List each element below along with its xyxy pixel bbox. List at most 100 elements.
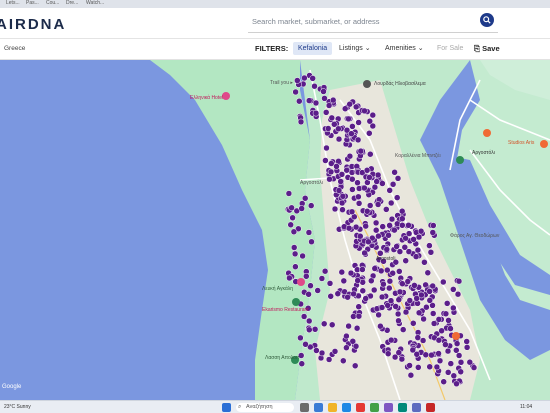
listings-map[interactable]: Ελληνικά Hotel Trail you ▸ Λουρδάς Ηλιοβ… [0, 60, 550, 400]
listing-marker[interactable] [338, 268, 346, 276]
restaurant-pin-icon[interactable] [452, 332, 460, 340]
listing-marker[interactable] [413, 295, 420, 302]
listing-marker[interactable] [323, 144, 330, 152]
listing-marker[interactable] [326, 175, 333, 183]
listing-marker[interactable] [386, 187, 393, 194]
browser-tab[interactable]: Dre... [66, 0, 78, 7]
listing-marker[interactable] [325, 356, 333, 363]
listing-marker[interactable] [297, 118, 305, 126]
listing-marker[interactable] [346, 100, 353, 108]
task-view-icon[interactable] [300, 403, 309, 412]
listing-marker[interactable] [288, 204, 295, 212]
listing-marker[interactable] [289, 214, 296, 222]
listing-marker[interactable] [305, 317, 313, 325]
listing-marker[interactable] [328, 114, 336, 122]
listing-marker[interactable] [327, 293, 334, 300]
listing-marker[interactable] [395, 349, 403, 356]
listing-marker[interactable] [414, 246, 422, 254]
listing-marker[interactable] [371, 183, 379, 191]
listing-marker[interactable] [355, 119, 362, 126]
listing-marker[interactable] [426, 242, 433, 249]
listing-marker[interactable] [355, 193, 362, 201]
listing-marker[interactable] [313, 347, 320, 354]
listing-marker[interactable] [411, 282, 418, 289]
listing-marker[interactable] [355, 303, 362, 310]
poi-label[interactable]: Λευκή Αγκάλη [262, 286, 293, 292]
browser-tab[interactable]: Cou... [46, 0, 59, 7]
listing-marker[interactable] [363, 208, 371, 215]
listing-marker[interactable] [345, 322, 352, 330]
listing-marker[interactable] [348, 208, 356, 216]
listing-marker[interactable] [385, 232, 392, 239]
listing-marker[interactable] [337, 178, 344, 185]
map-pin-icon[interactable] [363, 80, 371, 88]
clock[interactable]: 11:04 [520, 404, 532, 410]
listing-marker[interactable] [383, 246, 391, 253]
listing-marker[interactable] [463, 338, 470, 345]
listing-marker[interactable] [422, 351, 430, 359]
listing-marker[interactable] [322, 109, 330, 116]
listing-marker[interactable] [405, 222, 412, 229]
listing-marker[interactable] [384, 266, 391, 274]
hotel-pin-icon[interactable] [222, 92, 230, 100]
listing-marker[interactable] [312, 109, 320, 117]
listing-marker[interactable] [398, 207, 406, 215]
browser-tab[interactable]: Lets... [6, 0, 20, 7]
listing-marker[interactable] [311, 82, 318, 90]
listing-marker[interactable] [429, 229, 437, 236]
listing-marker[interactable] [395, 296, 403, 303]
listing-marker[interactable] [352, 223, 360, 231]
listing-marker[interactable] [455, 352, 463, 359]
listing-marker[interactable] [414, 334, 422, 341]
listing-marker[interactable] [306, 326, 313, 334]
listing-marker[interactable] [359, 287, 367, 295]
listing-marker[interactable] [290, 228, 298, 236]
amenities-dropdown[interactable]: Amenities ⌄ [380, 42, 429, 55]
listing-marker[interactable] [388, 215, 396, 223]
listing-marker[interactable] [399, 215, 406, 222]
listing-marker[interactable] [409, 346, 417, 354]
listing-marker[interactable] [366, 117, 374, 125]
listing-marker[interactable] [386, 277, 394, 285]
listing-marker[interactable] [387, 336, 395, 344]
listing-marker[interactable] [440, 378, 447, 385]
browser-icon[interactable] [314, 403, 323, 412]
listing-marker[interactable] [405, 230, 413, 237]
chrome-icon[interactable] [370, 403, 379, 412]
save-button[interactable]: ⎘ Save [474, 44, 500, 54]
listing-marker[interactable] [349, 175, 356, 183]
listing-marker[interactable] [361, 107, 368, 115]
listing-marker[interactable] [301, 195, 309, 202]
listing-marker[interactable] [348, 130, 355, 137]
listing-marker[interactable] [298, 205, 305, 212]
poi-label[interactable]: Λουρδάς Ηλιοβασίλεμα [374, 81, 426, 87]
listing-marker[interactable] [435, 350, 442, 357]
listing-marker[interactable] [349, 186, 356, 193]
listing-marker[interactable] [329, 96, 337, 104]
listing-marker[interactable] [375, 311, 382, 319]
listing-marker[interactable] [435, 336, 443, 344]
listing-marker[interactable] [305, 229, 313, 236]
listing-marker[interactable] [404, 278, 412, 285]
listing-marker[interactable] [346, 152, 354, 160]
listing-marker[interactable] [309, 75, 316, 82]
listing-marker[interactable] [453, 380, 460, 388]
listing-marker[interactable] [361, 249, 368, 257]
listing-marker[interactable] [391, 226, 398, 234]
listing-marker[interactable] [450, 286, 457, 293]
listing-marker[interactable] [357, 232, 364, 240]
park-pin-icon[interactable] [292, 298, 300, 306]
listing-marker[interactable] [361, 184, 368, 192]
listing-marker[interactable] [365, 238, 372, 246]
listing-marker[interactable] [457, 359, 465, 366]
listing-marker[interactable] [314, 287, 321, 294]
listing-marker[interactable] [405, 248, 413, 255]
listing-marker[interactable] [386, 284, 393, 292]
listing-marker[interactable] [399, 326, 407, 333]
listing-marker[interactable] [363, 167, 371, 174]
listing-marker[interactable] [444, 347, 452, 355]
listing-marker[interactable] [415, 364, 422, 371]
listing-marker[interactable] [331, 348, 339, 355]
listing-marker[interactable] [291, 250, 299, 258]
poi-label[interactable]: Trail you ▸ [270, 80, 293, 86]
